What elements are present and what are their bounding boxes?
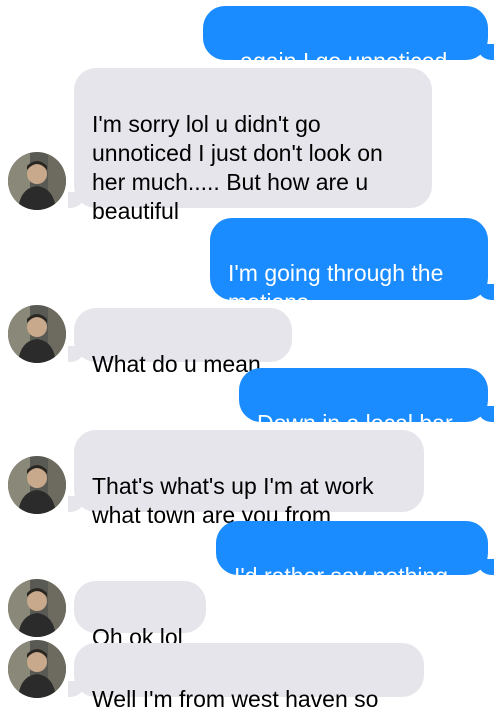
message-text: I'm sorry lol u didn't go unnoticed I ju… (92, 111, 383, 224)
received-message[interactable]: What do u mean (68, 308, 292, 377)
message-text: That's what's up I'm at work what town a… (92, 473, 374, 528)
sent-message[interactable]: I'm going through the motions (210, 218, 494, 315)
contact-avatar[interactable] (8, 579, 66, 637)
contact-avatar[interactable] (8, 305, 66, 363)
received-message[interactable]: Oh ok lol (74, 581, 206, 650)
received-message[interactable]: Well I'm from west haven so (68, 643, 424, 712)
message-text: Well I'm from west haven so (92, 686, 379, 712)
message-text: I'd rather say nothing (234, 563, 449, 589)
message-text: What do u mean (92, 351, 261, 377)
sent-message[interactable]: I'd rather say nothing (216, 521, 494, 589)
message-text: I'm going through the motions (228, 260, 444, 315)
received-message[interactable]: I'm sorry lol u didn't go unnoticed I ju… (68, 68, 432, 224)
contact-avatar[interactable] (8, 640, 66, 698)
sent-message[interactable]: Down in a local bar (239, 368, 494, 436)
contact-avatar[interactable] (8, 152, 66, 210)
contact-avatar[interactable] (8, 456, 66, 514)
sent-message[interactable]: ...again I go unnoticed (203, 6, 494, 74)
received-message[interactable]: That's what's up I'm at work what town a… (68, 430, 424, 528)
